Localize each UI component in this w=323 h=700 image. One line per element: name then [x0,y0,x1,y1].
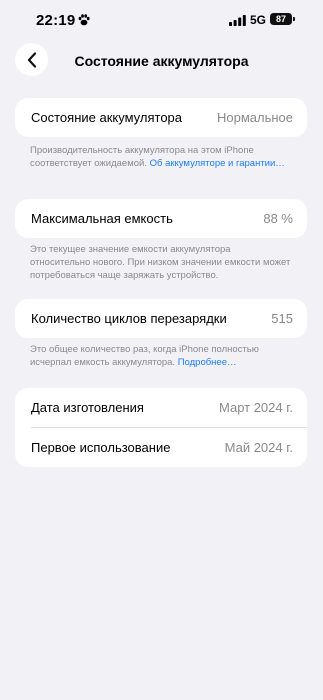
cycle-count-value: 515 [271,311,293,326]
max-capacity-label: Максимальная емкость [31,211,173,226]
more-info-link[interactable]: Подробнее… [178,357,237,368]
cycle-count-label: Количество циклов перезарядки [31,311,227,326]
page-title: Состояние аккумулятора [74,53,249,69]
battery-tip [293,17,295,21]
battery-health-row: Состояние аккумулятора Нормальное [15,98,307,137]
navigation-bar: Состояние аккумулятора [0,40,323,84]
dates-card: Дата изготовления Март 2024 г. Первое ис… [15,388,307,467]
first-use-value: Май 2024 г. [224,439,293,455]
battery-warranty-link[interactable]: Об аккумуляторе и гарантии… [150,158,285,169]
manufacture-date-label: Дата изготовления [31,400,144,415]
max-capacity-row: Максимальная емкость 88 % [15,199,307,238]
battery-health-footnote: Производительность аккумулятора на этом … [30,144,292,170]
cycle-count-card: Количество циклов перезарядки 515 [15,299,307,338]
max-capacity-footnote: Это текущее значение емкости аккумулятор… [30,244,291,281]
status-bar: 22:19 5G 87 [0,0,323,44]
max-capacity-card: Максимальная емкость 88 % [15,199,307,238]
status-time: 22:19 [36,12,76,29]
battery-health-label: Состояние аккумулятора [31,110,183,125]
battery-health-card: Состояние аккумулятора Нормальное [15,98,307,137]
battery-health-value: Нормальное [216,110,293,125]
max-capacity-value: 88 % [263,211,293,226]
first-use-row: Первое использование Май 2024 г. [15,428,307,467]
manufacture-date-row: Дата изготовления Март 2024 г. [15,388,307,427]
cycle-count-footnote: Это общее количество раз, когда iPhone п… [30,343,292,369]
cellular-signal-icon [229,15,246,26]
home-indicator [105,688,218,692]
network-type: 5G [250,13,267,27]
cycle-count-row: Количество циклов перезарядки 515 [15,299,307,338]
paw-icon [78,14,90,26]
battery-icon: 87 [270,13,292,25]
manufacture-date-value: Март 2024 г. [218,400,293,415]
first-use-label: Первое использование [31,439,171,455]
